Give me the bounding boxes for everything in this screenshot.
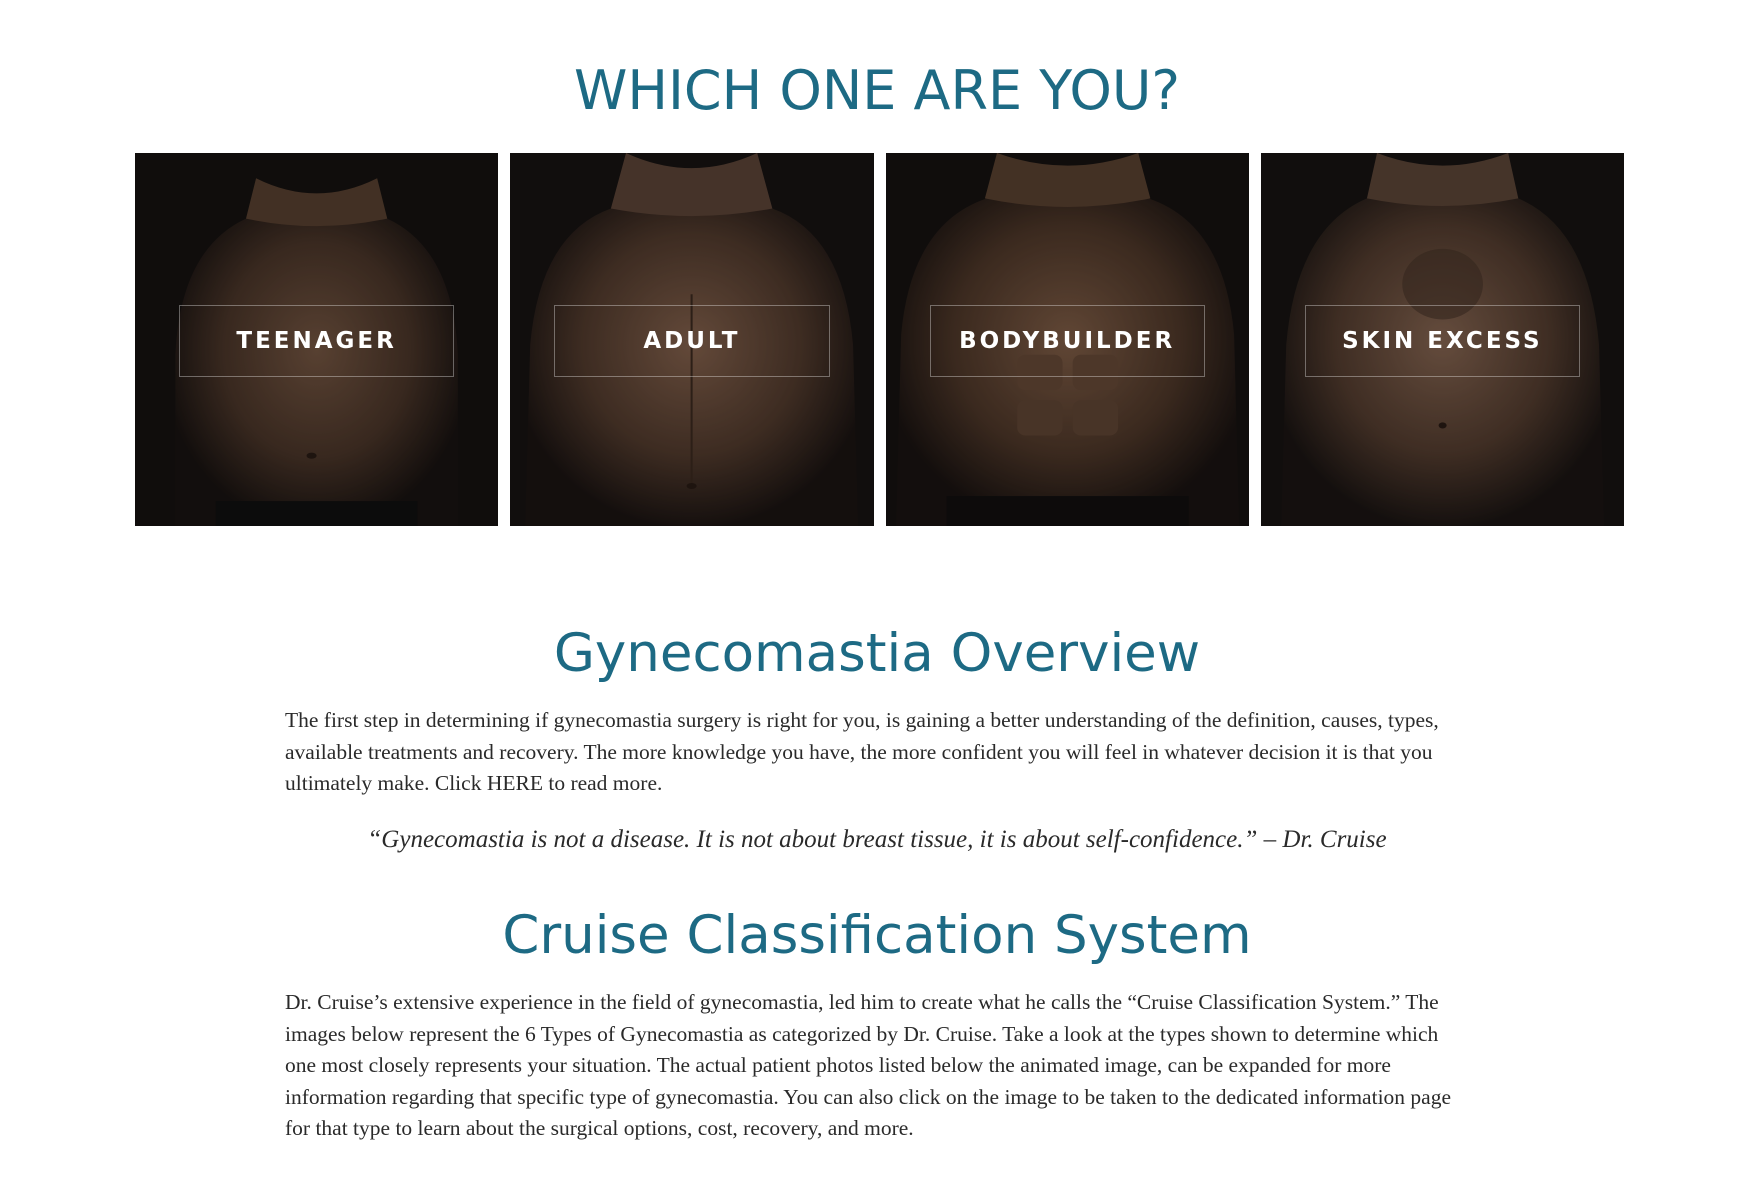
which-one-title: WHICH ONE ARE YOU? <box>573 59 1181 122</box>
card-label-box: ADULT <box>554 305 830 377</box>
card-label-box: BODYBUILDER <box>929 305 1205 377</box>
dr-cruise-quote: “Gynecomastia is not a disease. It is no… <box>367 826 1387 853</box>
card-teenager[interactable]: TEENAGER <box>135 153 499 526</box>
overview-title: Gynecomastia Overview <box>553 623 1201 684</box>
read-more-link[interactable]: HERE <box>487 771 543 795</box>
card-label-teenager: TEENAGER <box>236 328 397 354</box>
card-label-box: SKIN EXCESS <box>1304 305 1580 377</box>
card-label-adult: ADULT <box>643 328 741 354</box>
card-label-skin-excess: SKIN EXCESS <box>1342 328 1543 354</box>
overview-paragraph: The first step in determining if gynecom… <box>285 705 1470 800</box>
card-adult[interactable]: ADULT <box>510 153 874 526</box>
classification-title: Cruise Classification System <box>502 905 1252 966</box>
card-label-bodybuilder: BODYBUILDER <box>959 328 1176 354</box>
card-skin-excess[interactable]: SKIN EXCESS <box>1260 153 1624 526</box>
card-label-box: TEENAGER <box>179 305 455 377</box>
classification-paragraph: Dr. Cruise’s extensive experience in the… <box>285 990 1452 1140</box>
body-type-cards: TEENAGER ADULT BODYBUILDER SKIN EXCESS <box>135 153 1624 526</box>
card-bodybuilder[interactable]: BODYBUILDER <box>885 153 1249 526</box>
overview-text-after-link: to read more. <box>542 771 663 795</box>
overview-text-before-link: The first step in determining if gynecom… <box>285 708 1439 795</box>
